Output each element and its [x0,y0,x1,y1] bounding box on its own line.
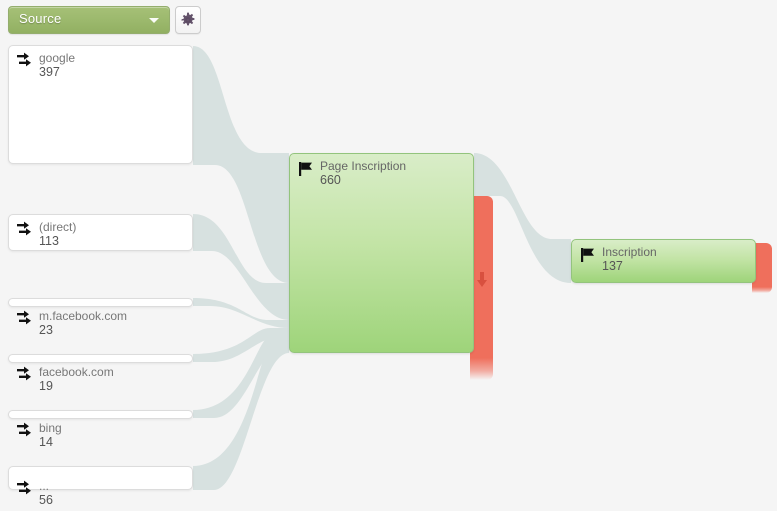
goal-node-inscription[interactable]: Inscription 137 [571,239,756,283]
node-background [289,153,474,353]
source-node-direct[interactable]: (direct) 113 [8,214,193,251]
node-label: ... [39,479,50,493]
double-arrow-icon [17,52,31,67]
node-value: 113 [39,234,59,248]
flag-icon [581,248,594,262]
node-background [8,298,193,307]
node-background [8,410,193,419]
node-value: 23 [39,323,53,337]
source-node-others[interactable]: ... 56 [8,466,193,507]
dropoff-arrow-icon [476,272,487,287]
node-value: 660 [320,173,341,187]
node-value: 397 [39,65,60,79]
node-background [8,354,193,363]
node-value: 137 [602,259,623,273]
node-label: facebook.com [39,365,114,379]
flow-visualization-canvas: Source google 397 (direct) 113 m.faceboo… [0,0,777,511]
double-arrow-icon [17,422,31,437]
node-label: (direct) [39,220,77,234]
node-value: 14 [39,435,53,449]
node-label: Page Inscription [320,159,407,173]
double-arrow-icon [17,366,31,381]
node-label: google [39,51,76,65]
source-node-m-facebook-com[interactable]: m.facebook.com 23 [8,298,193,337]
node-label: m.facebook.com [39,309,128,323]
node-label: bing [39,421,62,435]
double-arrow-icon [17,480,31,495]
double-arrow-icon [17,310,31,325]
source-node-google[interactable]: google 397 [8,45,193,164]
node-value: 56 [39,493,53,507]
source-node-bing[interactable]: bing 14 [8,410,193,449]
node-value: 19 [39,379,53,393]
goal-node-page-inscription[interactable]: Page Inscription 660 [289,153,474,353]
node-label: Inscription [602,245,657,259]
ribbon-group-sources-to-page [193,46,289,490]
flag-icon [299,162,312,176]
source-node-facebook-com[interactable]: facebook.com 19 [8,354,193,393]
double-arrow-icon [17,221,31,236]
